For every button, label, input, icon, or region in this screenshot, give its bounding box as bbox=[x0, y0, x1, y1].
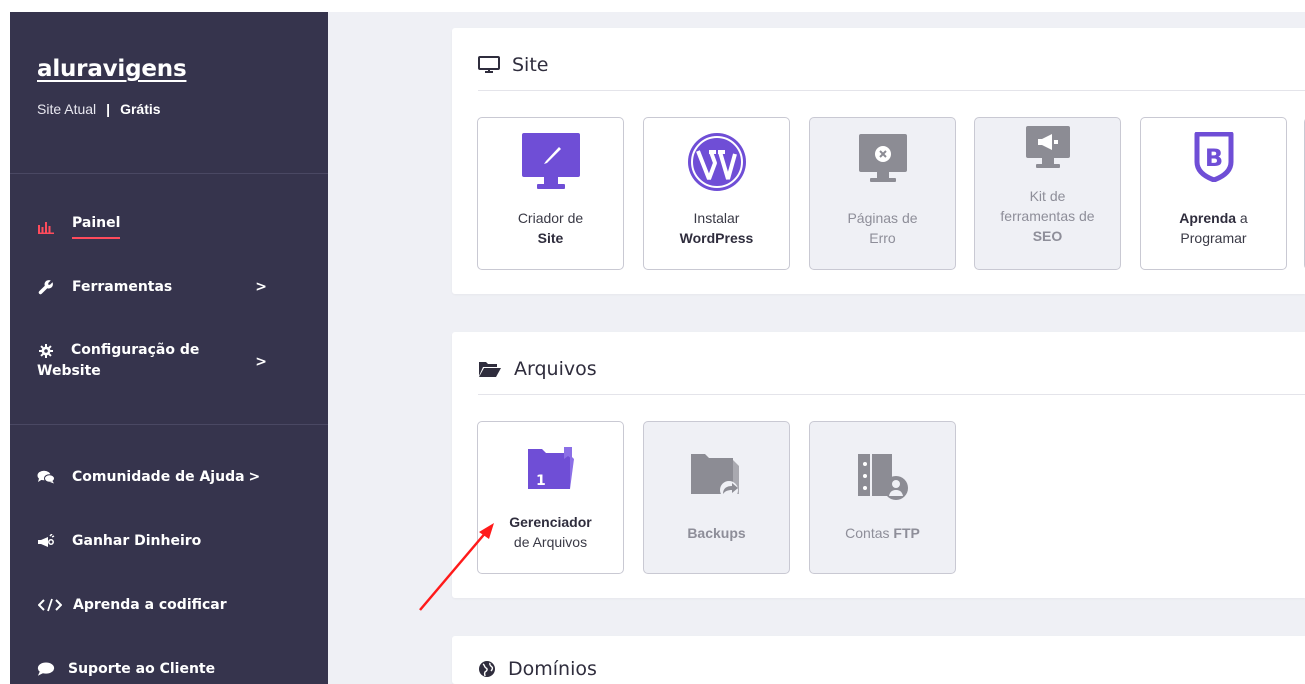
chevron-right-icon: > bbox=[255, 279, 267, 295]
ftp-accounts-icon bbox=[810, 452, 955, 502]
sidebar-item-aprenda-codificar[interactable]: Aprenda a codificar bbox=[37, 592, 307, 618]
tile-gerenciador-de-arquivos[interactable]: 1 Gerenciador de Arquivos bbox=[477, 421, 624, 574]
tile-criador-de-site[interactable]: Criador de Site bbox=[477, 117, 624, 270]
code-icon bbox=[37, 598, 63, 612]
tile-paginas-de-erro[interactable]: Páginas de Erro bbox=[809, 117, 956, 270]
tile-label: Kit de bbox=[1029, 188, 1066, 204]
file-manager-badge: 1 bbox=[536, 473, 546, 489]
tile-label: a bbox=[1236, 210, 1248, 226]
sidebar-item-label: Aprenda a codificar bbox=[73, 597, 227, 613]
panel-header-arquivos: Arquivos bbox=[478, 358, 597, 380]
tile-label: de Arquivos bbox=[513, 534, 588, 550]
tile-backups[interactable]: Backups bbox=[643, 421, 790, 574]
sidebar-item-label: Ganhar Dinheiro bbox=[72, 533, 202, 549]
panel-title: Domínios bbox=[508, 658, 597, 680]
sidebar-item-label-line2: Website bbox=[37, 363, 101, 379]
sidebar-item-label: Ferramentas bbox=[72, 279, 173, 295]
svg-text:B: B bbox=[1204, 144, 1222, 172]
tile-instalar-wordpress[interactable]: Instalar WordPress bbox=[643, 117, 790, 270]
monitor-icon bbox=[478, 56, 500, 74]
chat-bubbles-icon bbox=[37, 470, 55, 484]
backup-folder-icon bbox=[644, 452, 789, 500]
speech-bubble-icon bbox=[37, 661, 55, 677]
sidebar-item-label: Suporte ao Cliente bbox=[68, 661, 216, 677]
tile-label-bold: FTP bbox=[893, 525, 920, 541]
tile-label-bold: WordPress bbox=[679, 230, 754, 246]
tile-label: Páginas de bbox=[847, 210, 918, 226]
tile-aprenda-a-programar[interactable]: B Aprenda a Programar bbox=[1140, 117, 1287, 270]
sidebar-divider bbox=[10, 424, 328, 425]
arquivos-panel: Arquivos 1 Gerenciador de Arquivos Backu… bbox=[452, 332, 1305, 598]
tile-label-bold: Gerenciador bbox=[509, 514, 592, 530]
seo-megaphone-icon bbox=[975, 126, 1120, 172]
separator: | bbox=[106, 101, 111, 117]
bootstrap-icon: B bbox=[1141, 132, 1286, 182]
wrench-icon bbox=[37, 279, 55, 295]
sidebar: aluravigens Site Atual | Grátis Painel Fer… bbox=[10, 12, 328, 684]
sidebar-item-comunidade[interactable]: Comunidade de Ajuda > bbox=[37, 464, 307, 490]
tile-kit-seo[interactable]: Kit de ferramentas de SEO bbox=[974, 117, 1121, 270]
dominios-panel: Domínios bbox=[452, 636, 1305, 684]
sidebar-item-label: Comunidade de Ajuda bbox=[72, 469, 245, 485]
panel-header-site: Site bbox=[478, 54, 548, 76]
tile-label: Contas bbox=[845, 525, 894, 541]
sidebar-item-configuracao-website[interactable]: Configuração de Website > bbox=[37, 340, 287, 384]
folder-open-icon bbox=[478, 360, 502, 378]
tile-label-bold: Backups bbox=[687, 525, 746, 541]
chevron-right-icon: > bbox=[255, 354, 267, 370]
site-label: Site Atual bbox=[37, 101, 97, 117]
bar-chart-icon bbox=[37, 221, 55, 234]
panel-title: Site bbox=[512, 54, 549, 76]
wordpress-icon bbox=[644, 132, 789, 192]
error-page-icon bbox=[810, 133, 955, 191]
site-panel: Site Criador de Site Instalar WordPress … bbox=[452, 28, 1305, 294]
panel-title: Arquivos bbox=[514, 358, 597, 380]
chevron-right-icon: > bbox=[248, 469, 261, 485]
site-status: Site Atual | Grátis bbox=[37, 101, 328, 117]
tile-label: Programar bbox=[1180, 230, 1247, 246]
sidebar-item-suporte[interactable]: Suporte ao Cliente bbox=[37, 656, 287, 682]
tile-label-bold: Aprenda bbox=[1179, 210, 1237, 226]
sidebar-item-label: Configuração de bbox=[71, 342, 200, 358]
megaphone-icon bbox=[37, 534, 55, 548]
tile-label: Criador de bbox=[517, 210, 584, 226]
sidebar-item-label: Painel bbox=[72, 215, 121, 239]
globe-icon bbox=[478, 660, 496, 678]
tile-label: Instalar bbox=[693, 210, 740, 226]
sidebar-header: aluravigens Site Atual | Grátis bbox=[10, 12, 328, 174]
file-manager-icon: 1 bbox=[478, 445, 623, 493]
divider bbox=[478, 90, 1305, 91]
tile-label: Erro bbox=[869, 230, 896, 246]
tile-contas-ftp[interactable]: Contas FTP bbox=[809, 421, 956, 574]
divider bbox=[478, 394, 1305, 395]
site-builder-icon bbox=[478, 133, 623, 191]
plan-badge: Grátis bbox=[120, 101, 161, 117]
sidebar-item-painel[interactable]: Painel bbox=[37, 212, 287, 242]
sidebar-item-ferramentas[interactable]: Ferramentas > bbox=[37, 274, 287, 300]
gear-icon bbox=[37, 343, 55, 358]
tile-label-bold: SEO bbox=[1032, 228, 1063, 244]
site-name-link[interactable]: aluravigens bbox=[37, 56, 328, 82]
sidebar-item-ganhar-dinheiro[interactable]: Ganhar Dinheiro bbox=[37, 528, 287, 554]
tile-label-bold: Site bbox=[537, 230, 564, 246]
panel-header-dominios: Domínios bbox=[478, 658, 597, 680]
tile-label: ferramentas de bbox=[1000, 208, 1095, 224]
